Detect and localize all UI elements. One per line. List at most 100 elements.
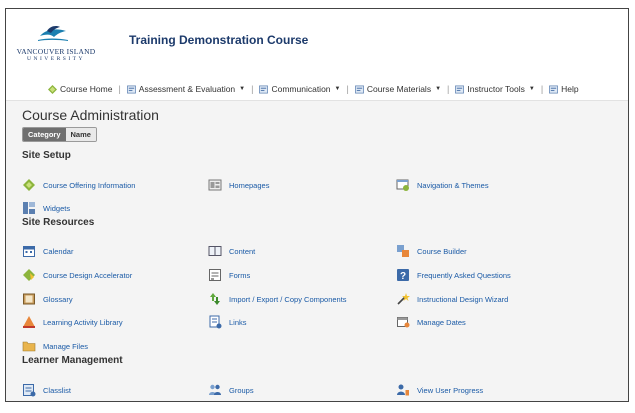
browser-frame: VANCOUVER ISLAND UNIVERSITY Training Dem… — [5, 8, 629, 402]
tool-label: Groups — [229, 385, 254, 395]
menu-tools-icon — [126, 85, 136, 93]
open-book-icon — [208, 246, 222, 256]
nav-communication-label: Communication — [271, 84, 331, 94]
tool-frequently-asked-questions[interactable]: ? Frequently Asked Questions — [396, 268, 511, 282]
activity-library-icon — [23, 316, 35, 328]
question-mark-icon: ? — [397, 269, 409, 282]
tool-manage-dates[interactable]: Manage Dates — [396, 315, 466, 329]
chevron-down-icon: ▼ — [334, 86, 341, 92]
menu-tools-icon — [354, 85, 364, 93]
home-diamond-icon — [48, 84, 57, 94]
tool-import-export-copy[interactable]: Import / Export / Copy Components — [208, 292, 347, 306]
magic-wand-icon — [397, 293, 410, 305]
nav-separator: | — [346, 84, 349, 94]
menu-tools-icon — [549, 85, 559, 93]
nav-course-materials-menu[interactable]: Course Materials ▼ — [354, 84, 442, 94]
groups-people-icon — [209, 384, 221, 395]
tool-links[interactable]: Links — [208, 315, 247, 329]
tool-instructional-design-wizard[interactable]: Instructional Design Wizard — [396, 292, 508, 306]
nav-separator: | — [251, 84, 254, 94]
section-heading-site-setup: Site Setup — [22, 150, 71, 161]
tool-label: Homepages — [229, 180, 270, 190]
tool-label: Course Design Accelerator — [43, 270, 133, 280]
tool-label: Manage Dates — [417, 317, 466, 327]
import-export-arrows-icon — [210, 293, 220, 305]
logo-text-primary: VANCOUVER ISLAND — [16, 47, 96, 56]
tool-course-design-accelerator[interactable]: Course Design Accelerator — [22, 268, 132, 282]
glossary-book-icon — [23, 293, 35, 305]
tool-label: Forms — [229, 270, 251, 280]
section-heading-learner-management: Learner Management — [22, 355, 123, 366]
tool-widgets[interactable]: Widgets — [22, 201, 70, 215]
tool-forms[interactable]: Forms — [208, 268, 250, 282]
chevron-down-icon: ▼ — [239, 86, 246, 92]
tool-homepages[interactable]: Homepages — [208, 178, 269, 192]
tool-glossary[interactable]: Glossary — [22, 292, 73, 306]
forms-icon — [209, 269, 221, 281]
tool-label: Widgets — [43, 203, 71, 213]
folder-icon — [22, 341, 36, 352]
tool-label: Classlist — [43, 385, 71, 395]
tool-groups[interactable]: Groups — [208, 383, 254, 397]
nav-course-home[interactable]: Course Home — [48, 84, 112, 94]
tool-label: Navigation & Themes — [417, 180, 489, 190]
green-diamond-icon — [23, 179, 35, 191]
classlist-icon — [23, 384, 36, 397]
accelerator-icon — [23, 269, 35, 281]
toggle-category-button[interactable]: Category — [23, 128, 66, 141]
tool-label: Import / Export / Copy Components — [229, 294, 347, 304]
nav-course-home-label: Course Home — [60, 84, 113, 94]
chevron-down-icon: ▼ — [528, 86, 535, 92]
course-admin-content: Course Administration Category Name Site… — [6, 100, 628, 401]
tool-label: Calendar — [43, 246, 74, 256]
links-document-icon — [209, 315, 222, 329]
nav-separator: | — [118, 84, 121, 94]
nav-help[interactable]: Help — [549, 84, 579, 94]
tool-label: Content — [229, 246, 256, 256]
tool-label: View User Progress — [417, 385, 484, 395]
nav-assessment-menu[interactable]: Assessment & Evaluation ▼ — [126, 84, 246, 94]
nav-course-materials-label: Course Materials — [366, 84, 432, 94]
nav-communication-menu[interactable]: Communication ▼ — [259, 84, 340, 94]
nav-instructor-tools-menu[interactable]: Instructor Tools ▼ — [455, 84, 535, 94]
tool-course-offering-information[interactable]: Course Offering Information — [22, 178, 135, 192]
tool-label: Frequently Asked Questions — [417, 270, 511, 280]
tool-calendar[interactable]: Calendar — [22, 244, 73, 258]
tool-label: Course Offering Information — [43, 180, 136, 190]
view-toggle: Category Name — [22, 127, 97, 142]
course-header: VANCOUVER ISLAND UNIVERSITY Training Dem… — [6, 9, 628, 79]
nav-help-label: Help — [561, 84, 579, 94]
nav-instructor-tools-label: Instructor Tools — [467, 84, 525, 94]
tool-classlist[interactable]: Classlist — [22, 383, 71, 397]
viu-logo[interactable]: VANCOUVER ISLAND UNIVERSITY — [10, 25, 102, 65]
section-heading-site-resources: Site Resources — [22, 217, 95, 228]
tool-view-user-progress[interactable]: View User Progress — [396, 383, 483, 397]
course-title[interactable]: Training Demonstration Course — [129, 33, 308, 47]
calendar-icon — [23, 246, 35, 257]
course-navbar: Course Home | Assessment & Evaluation ▼ … — [6, 79, 628, 99]
nav-assessment-label: Assessment & Evaluation — [138, 84, 236, 94]
tool-label: Glossary — [43, 294, 73, 304]
menu-tools-icon — [259, 85, 269, 93]
nav-separator: | — [540, 84, 544, 94]
tool-learning-activity-library[interactable]: Learning Activity Library — [22, 315, 123, 329]
tool-label: Manage Files — [43, 341, 89, 351]
tool-content[interactable]: Content — [208, 244, 255, 258]
user-progress-icon — [397, 384, 409, 396]
menu-tools-icon — [455, 85, 465, 93]
page-title: Course Administration — [22, 107, 159, 123]
whale-tail-logo-icon — [38, 26, 68, 41]
tool-label: Learning Activity Library — [43, 317, 123, 327]
tool-label: Course Builder — [417, 246, 467, 256]
tool-manage-files[interactable]: Manage Files — [22, 339, 88, 353]
tool-label: Links — [229, 317, 247, 327]
tool-navigation-themes[interactable]: Navigation & Themes — [396, 178, 489, 192]
chevron-down-icon: ▼ — [435, 86, 442, 92]
navigation-window-icon — [396, 179, 409, 191]
toggle-name-button[interactable]: Name — [65, 128, 96, 141]
nav-separator: | — [447, 84, 450, 94]
svg-text:?: ? — [400, 271, 406, 282]
manage-dates-icon — [397, 317, 410, 328]
tool-course-builder[interactable]: Course Builder — [396, 244, 467, 258]
homepage-layout-icon — [208, 179, 222, 191]
